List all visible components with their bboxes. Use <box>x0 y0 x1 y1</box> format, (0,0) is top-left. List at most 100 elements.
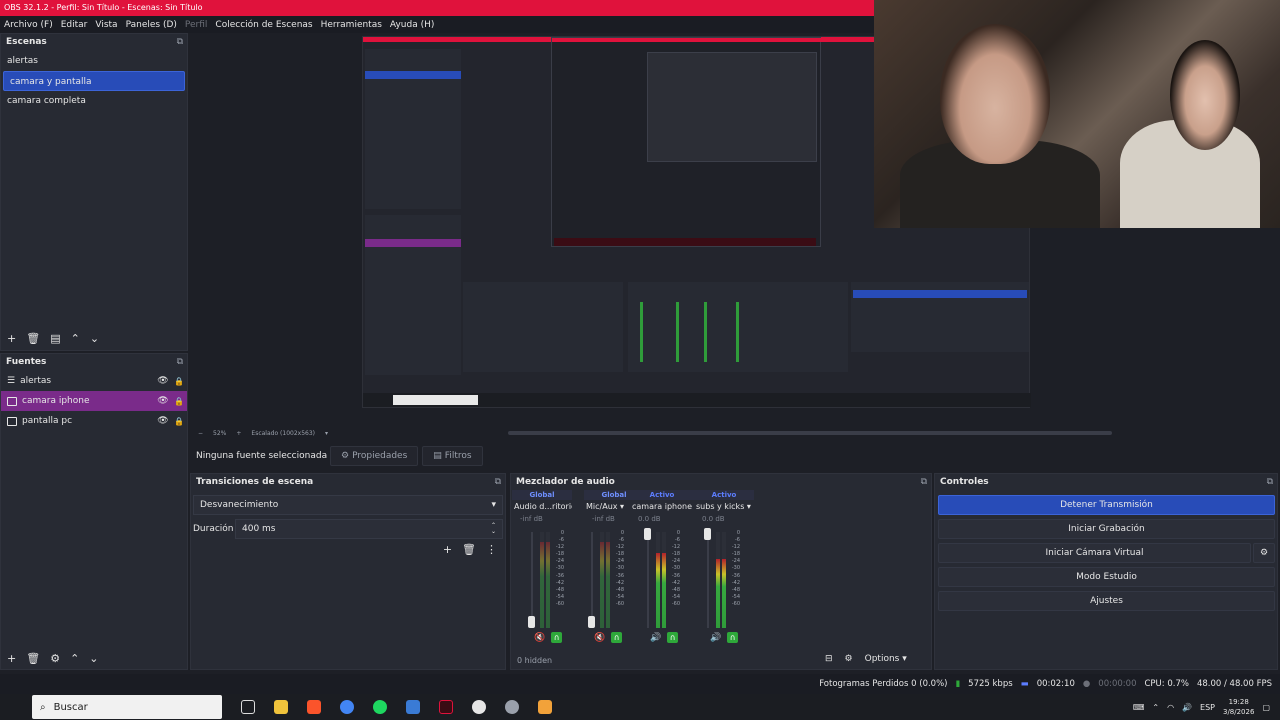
settings-app-icon[interactable] <box>505 700 519 714</box>
app-icon[interactable] <box>538 700 552 714</box>
studio-mode-button[interactable]: Modo Estudio <box>938 567 1275 587</box>
trash-icon[interactable]: 🗑 <box>462 543 476 556</box>
move-down-icon[interactable]: ⌄ <box>89 652 98 665</box>
speaker-icon[interactable]: 🔊 <box>650 633 661 643</box>
visibility-eye-icon[interactable]: 👁 <box>155 416 171 426</box>
cpu-usage: CPU: 0.7% <box>1144 679 1189 689</box>
chevron-down-icon[interactable]: ▾ <box>325 430 328 437</box>
channel-mode[interactable]: Activo <box>630 490 694 500</box>
menu-vista[interactable]: Vista <box>91 20 121 30</box>
notification-icon[interactable]: ▢ <box>1262 703 1270 712</box>
layout-icon[interactable]: ⊟ <box>825 654 833 664</box>
add-icon[interactable]: + <box>7 652 16 665</box>
channel-name[interactable]: camara iphone ▾ <box>630 500 694 514</box>
headphones-monitor-icon[interactable]: ∩ <box>611 632 623 643</box>
scene-item[interactable]: camara completa <box>1 91 187 111</box>
chrome-icon[interactable] <box>340 700 354 714</box>
spotify-icon[interactable] <box>373 700 387 714</box>
channel-mode[interactable]: Global <box>512 490 572 500</box>
language-indicator[interactable]: ESP <box>1200 703 1215 712</box>
source-item-selected[interactable]: camara iphone 👁 🔒 <box>1 391 187 411</box>
headphones-monitor-icon[interactable]: ∩ <box>727 632 739 643</box>
volume-icon[interactable]: 🔊 <box>1182 703 1192 712</box>
zoom-out-icon[interactable]: − <box>198 430 203 437</box>
source-item[interactable]: ☰ alertas 👁 🔒 <box>1 371 187 391</box>
menu-paneles[interactable]: Paneles (D) <box>122 20 181 30</box>
volume-fader-handle[interactable] <box>588 616 595 629</box>
filters-button[interactable]: ▤ Filtros <box>422 446 483 466</box>
visibility-eye-icon[interactable]: 👁 <box>155 376 171 386</box>
menu-ayuda[interactable]: Ayuda (H) <box>386 20 438 30</box>
add-icon[interactable]: + <box>7 332 16 345</box>
menu-editar[interactable]: Editar <box>57 20 92 30</box>
fader-track[interactable] <box>531 532 533 628</box>
visibility-eye-icon[interactable]: 👁 <box>155 396 171 406</box>
move-down-icon[interactable]: ⌄ <box>90 332 99 345</box>
undock-icon[interactable]: ⧉ <box>921 474 931 491</box>
obs-icon[interactable] <box>439 700 453 714</box>
trash-icon[interactable]: 🗑 <box>26 332 40 345</box>
add-icon[interactable]: + <box>443 543 452 556</box>
virtual-camera-settings-gear-icon[interactable]: ⚙ <box>1253 543 1275 563</box>
speaker-icon[interactable]: 🔊 <box>710 633 721 643</box>
undock-icon[interactable]: ⧉ <box>177 354 187 371</box>
headphones-monitor-icon[interactable]: ∩ <box>551 632 563 643</box>
gear-icon[interactable]: ⚙ <box>50 652 60 665</box>
menu-perfil[interactable]: Perfil <box>181 20 212 30</box>
undock-icon[interactable]: ⧉ <box>177 34 187 51</box>
more-vertical-icon[interactable]: ⋮ <box>486 543 497 556</box>
stop-stream-button[interactable]: Detener Transmisión <box>938 495 1275 515</box>
lock-icon[interactable]: 🔒 <box>171 377 187 386</box>
fader-track[interactable] <box>707 532 709 628</box>
file-explorer-icon[interactable] <box>274 700 288 714</box>
horizontal-scrollbar[interactable] <box>508 431 1112 435</box>
muted-speaker-icon[interactable]: 🔇 <box>594 633 605 643</box>
transition-select[interactable]: Desvanecimiento ▾ <box>193 495 503 515</box>
headphones-monitor-icon[interactable]: ∩ <box>667 632 679 643</box>
menu-archivo[interactable]: Archivo (F) <box>0 20 57 30</box>
menu-herramientas[interactable]: Herramientas <box>317 20 386 30</box>
steam-icon[interactable] <box>472 700 486 714</box>
muted-speaker-icon[interactable]: 🔇 <box>534 633 545 643</box>
volume-fader-handle[interactable] <box>528 616 535 629</box>
filter-icon[interactable]: ▤ <box>50 332 60 345</box>
lock-icon[interactable]: 🔒 <box>171 417 187 426</box>
lock-icon[interactable]: 🔒 <box>171 397 187 406</box>
chevron-up-icon[interactable]: ⌃ <box>1152 703 1159 712</box>
trash-icon[interactable]: 🗑 <box>26 652 40 665</box>
scene-item[interactable]: alertas <box>1 51 187 71</box>
keyboard-icon[interactable]: ⌨ <box>1133 703 1145 712</box>
gear-icon[interactable]: ⚙ <box>845 654 853 664</box>
move-up-icon[interactable]: ⌃ <box>71 332 80 345</box>
record-time: 00:00:00 <box>1098 679 1137 689</box>
channel-name[interactable]: Audio d...ritorio ▾ <box>512 500 572 514</box>
taskbar-search[interactable]: ⌕ Buscar <box>32 695 222 719</box>
clock[interactable]: 19:28 3/8/2026 <box>1223 697 1254 717</box>
properties-button[interactable]: ⚙ Propiedades <box>330 446 419 466</box>
menu-coleccion[interactable]: Colección de Escenas <box>211 20 316 30</box>
start-virtual-camera-button[interactable]: Iniciar Cámara Virtual <box>938 543 1251 563</box>
sources-toolbar: + 🗑 ⚙ ⌃ ⌄ <box>1 652 99 665</box>
duration-spinbox[interactable]: 400 ms ⌃ ⌄ <box>235 519 503 539</box>
zoom-in-icon[interactable]: + <box>236 430 241 437</box>
volume-fader-handle[interactable] <box>704 528 711 540</box>
volume-fader-handle[interactable] <box>644 528 651 540</box>
undock-icon[interactable]: ⧉ <box>1267 474 1277 491</box>
options-button[interactable]: Options ▾ <box>865 654 907 664</box>
channel-name[interactable]: subs y kicks ▾ <box>694 500 754 514</box>
source-item[interactable]: pantalla pc 👁 🔒 <box>1 411 187 431</box>
settings-button[interactable]: Ajustes <box>938 591 1275 611</box>
undock-icon[interactable]: ⧉ <box>495 474 505 491</box>
move-up-icon[interactable]: ⌃ <box>70 652 79 665</box>
source-label: pantalla pc <box>22 416 73 426</box>
brave-browser-icon[interactable] <box>307 700 321 714</box>
fader-track[interactable] <box>647 532 649 628</box>
scene-item-selected[interactable]: camara y pantalla <box>3 71 185 91</box>
fader-track[interactable] <box>591 532 593 628</box>
app-icon[interactable] <box>406 700 420 714</box>
volume-meter-bar <box>656 553 660 628</box>
channel-mode[interactable]: Activo <box>694 490 754 500</box>
start-recording-button[interactable]: Iniciar Grabación <box>938 519 1275 539</box>
wifi-icon[interactable]: ◠ <box>1167 703 1174 712</box>
task-view-icon[interactable] <box>241 700 255 714</box>
